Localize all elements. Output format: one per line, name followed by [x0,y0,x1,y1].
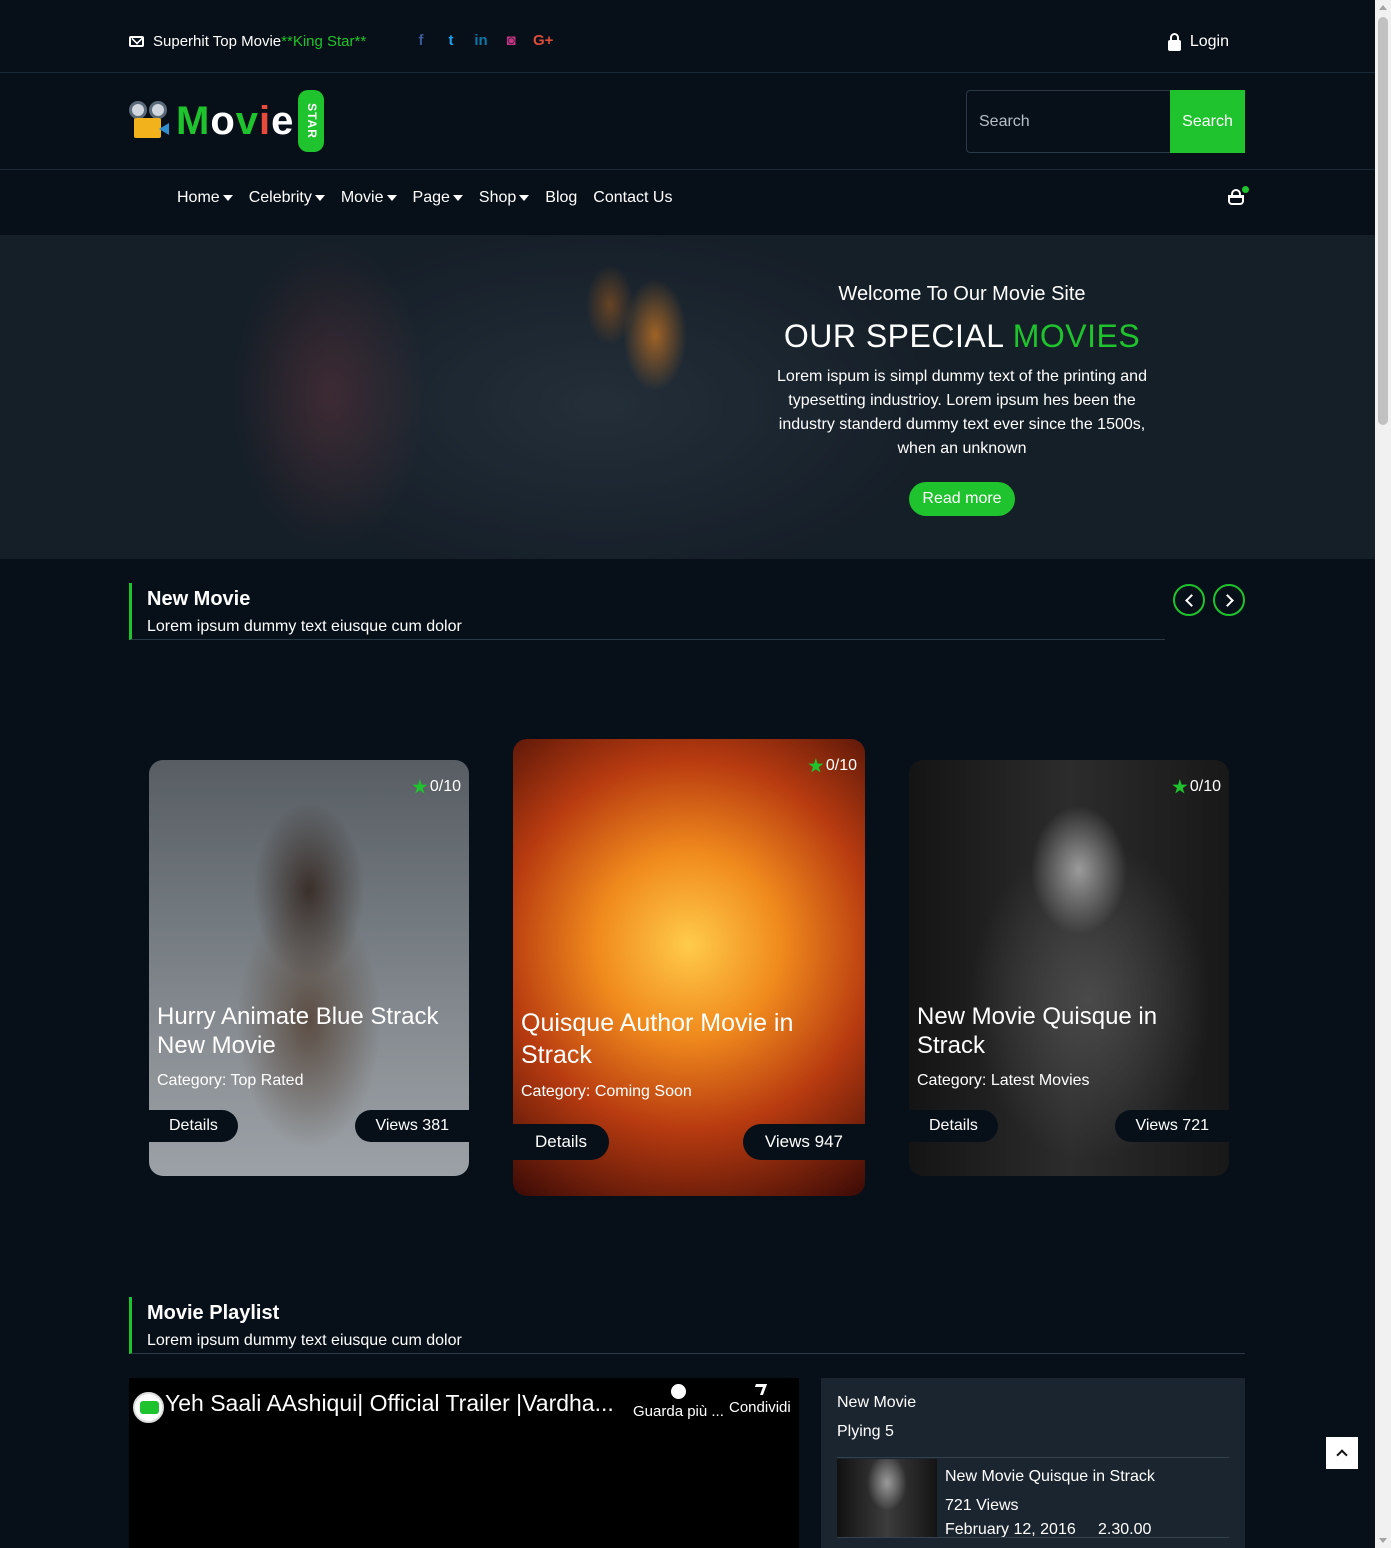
rating: 0/10 [1172,778,1221,796]
playlist-thumbnail[interactable] [837,1459,937,1538]
search-input[interactable] [966,90,1170,153]
tagline: Superhit Top Movie **King Star** [129,33,366,50]
hero-banner: Welcome To Our Movie Site OUR SPECIAL MO… [0,235,1375,559]
nav-item-movie[interactable]: Movie [341,189,397,207]
nav-item-contact[interactable]: Contact Us [593,189,672,207]
playlist-item-views: 721 Views [945,1497,1019,1514]
hero-title: OUR SPECIAL MOVIES [783,318,1141,354]
envelope-icon [129,36,144,47]
scroll-up-arrow[interactable] [1379,5,1387,10]
main-nav: Home Celebrity Movie Page Shop Blog Cont… [177,189,688,207]
logo-text: Movie [176,98,295,143]
tagline-text: Superhit Top Movie [153,33,282,50]
logo-badge: STAR [298,90,325,152]
movie-title[interactable]: Hurry Animate Blue Strack New Movie [157,1002,457,1060]
nav-item-celebrity[interactable]: Celebrity [249,189,325,207]
chevron-up-icon [1336,1449,1348,1461]
star-icon [412,779,428,794]
google-plus-icon[interactable]: G+ [533,32,553,49]
site-logo[interactable]: Movie STAR [128,90,325,152]
nav-item-page[interactable]: Page [413,189,463,207]
divider [837,1457,1229,1458]
movie-category: Category: Top Rated [157,1072,304,1089]
rating: 0/10 [412,778,461,796]
star-icon [1172,779,1188,794]
channel-avatar[interactable] [133,1392,164,1423]
scrollbar-thumb[interactable] [1378,17,1388,425]
section-subtitle: Lorem ipsum dummy text eiusque cum dolor [147,618,462,635]
film-camera-icon [128,101,170,141]
tagline-highlight: **King Star** [281,33,367,50]
movie-title[interactable]: New Movie Quisque in Strack [917,1002,1217,1060]
section-subtitle: Lorem ipsum dummy text eiusque cum dolor [147,1332,462,1349]
star-icon [808,758,824,773]
scrollbar[interactable] [1375,0,1391,1548]
movie-card[interactable]: 0/10 Hurry Animate Blue Strack New Movie… [149,760,469,1176]
scroll-down-arrow[interactable] [1379,1538,1387,1543]
chevron-right-icon[interactable] [1213,584,1245,616]
divider [837,1537,1229,1538]
video-player[interactable]: Yeh Saali AAshiqui| Official Trailer |Va… [129,1378,799,1548]
site-header: Movie STAR Search [0,74,1375,170]
login-label: Login [1189,33,1229,50]
watch-later-button[interactable]: Guarda più ... [633,1384,724,1420]
playlist-count: Plying 5 [837,1423,894,1440]
views-count: Views 381 [355,1110,469,1142]
carousel-controls [1173,584,1245,616]
new-movie-header: New Movie Lorem ipsum dummy text eiusque… [129,583,1165,640]
details-button[interactable]: Details [909,1110,998,1142]
chevron-left-icon[interactable] [1173,584,1205,616]
social-links: f t in ◙ G+ [413,32,554,49]
movie-card[interactable]: 0/10 New Movie Quisque in Strack Categor… [909,760,1229,1176]
caret-down-icon [222,195,233,201]
scroll-to-top-button[interactable] [1326,1437,1358,1469]
playlist-item-title[interactable]: New Movie Quisque in Strack [945,1468,1155,1486]
hero-description: Lorem ispum is simpl dummy text of the p… [777,368,1147,457]
section-title: Movie Playlist [147,1302,280,1324]
read-more-button[interactable]: Read more [909,482,1015,516]
nav-item-home[interactable]: Home [177,189,233,207]
caret-down-icon [452,195,463,201]
caret-down-icon [314,195,325,201]
login-link[interactable]: Login [1167,32,1229,51]
movie-category: Category: Coming Soon [521,1083,692,1100]
movie-title[interactable]: Quisque Author Movie in Strack [521,1007,851,1071]
nav-item-shop[interactable]: Shop [479,189,530,207]
twitter-icon[interactable]: t [443,32,459,49]
search-form: Search [966,90,1245,153]
hero-subtitle: Welcome To Our Movie Site [838,283,1086,305]
facebook-icon[interactable]: f [413,32,429,49]
top-bar: Superhit Top Movie **King Star** f t in ◙… [0,0,1375,73]
views-count: Views 721 [1115,1110,1229,1142]
details-button[interactable]: Details [149,1110,238,1142]
views-count: Views 947 [742,1124,865,1160]
movie-category: Category: Latest Movies [917,1072,1090,1089]
nav-item-blog[interactable]: Blog [545,189,577,207]
clock-icon [670,1384,686,1399]
lock-icon [1167,32,1181,51]
cart-icon[interactable] [1227,184,1251,207]
cart-badge [1240,184,1251,195]
section-title: New Movie [147,588,251,610]
details-button[interactable]: Details [513,1124,609,1160]
share-icon [752,1384,768,1395]
playlist-heading: New Movie [837,1394,917,1411]
caret-down-icon [519,195,530,201]
instagram-icon[interactable]: ◙ [503,32,519,49]
linkedin-icon[interactable]: in [473,32,489,49]
hero-content: Welcome To Our Movie Site OUR SPECIAL MO… [770,283,1154,516]
playlist-header: Movie Playlist Lorem ipsum dummy text ei… [129,1297,1245,1354]
share-button[interactable]: Condividi [729,1384,791,1416]
caret-down-icon [386,195,397,201]
search-button[interactable]: Search [1170,90,1245,153]
playlist-panel: New Movie Plying 5 New Movie Quisque in … [821,1378,1245,1548]
movie-card[interactable]: 0/10 Quisque Author Movie in Strack Cate… [513,739,865,1196]
rating: 0/10 [808,757,857,775]
video-title[interactable]: Yeh Saali AAshiqui| Official Trailer |Va… [165,1390,614,1417]
